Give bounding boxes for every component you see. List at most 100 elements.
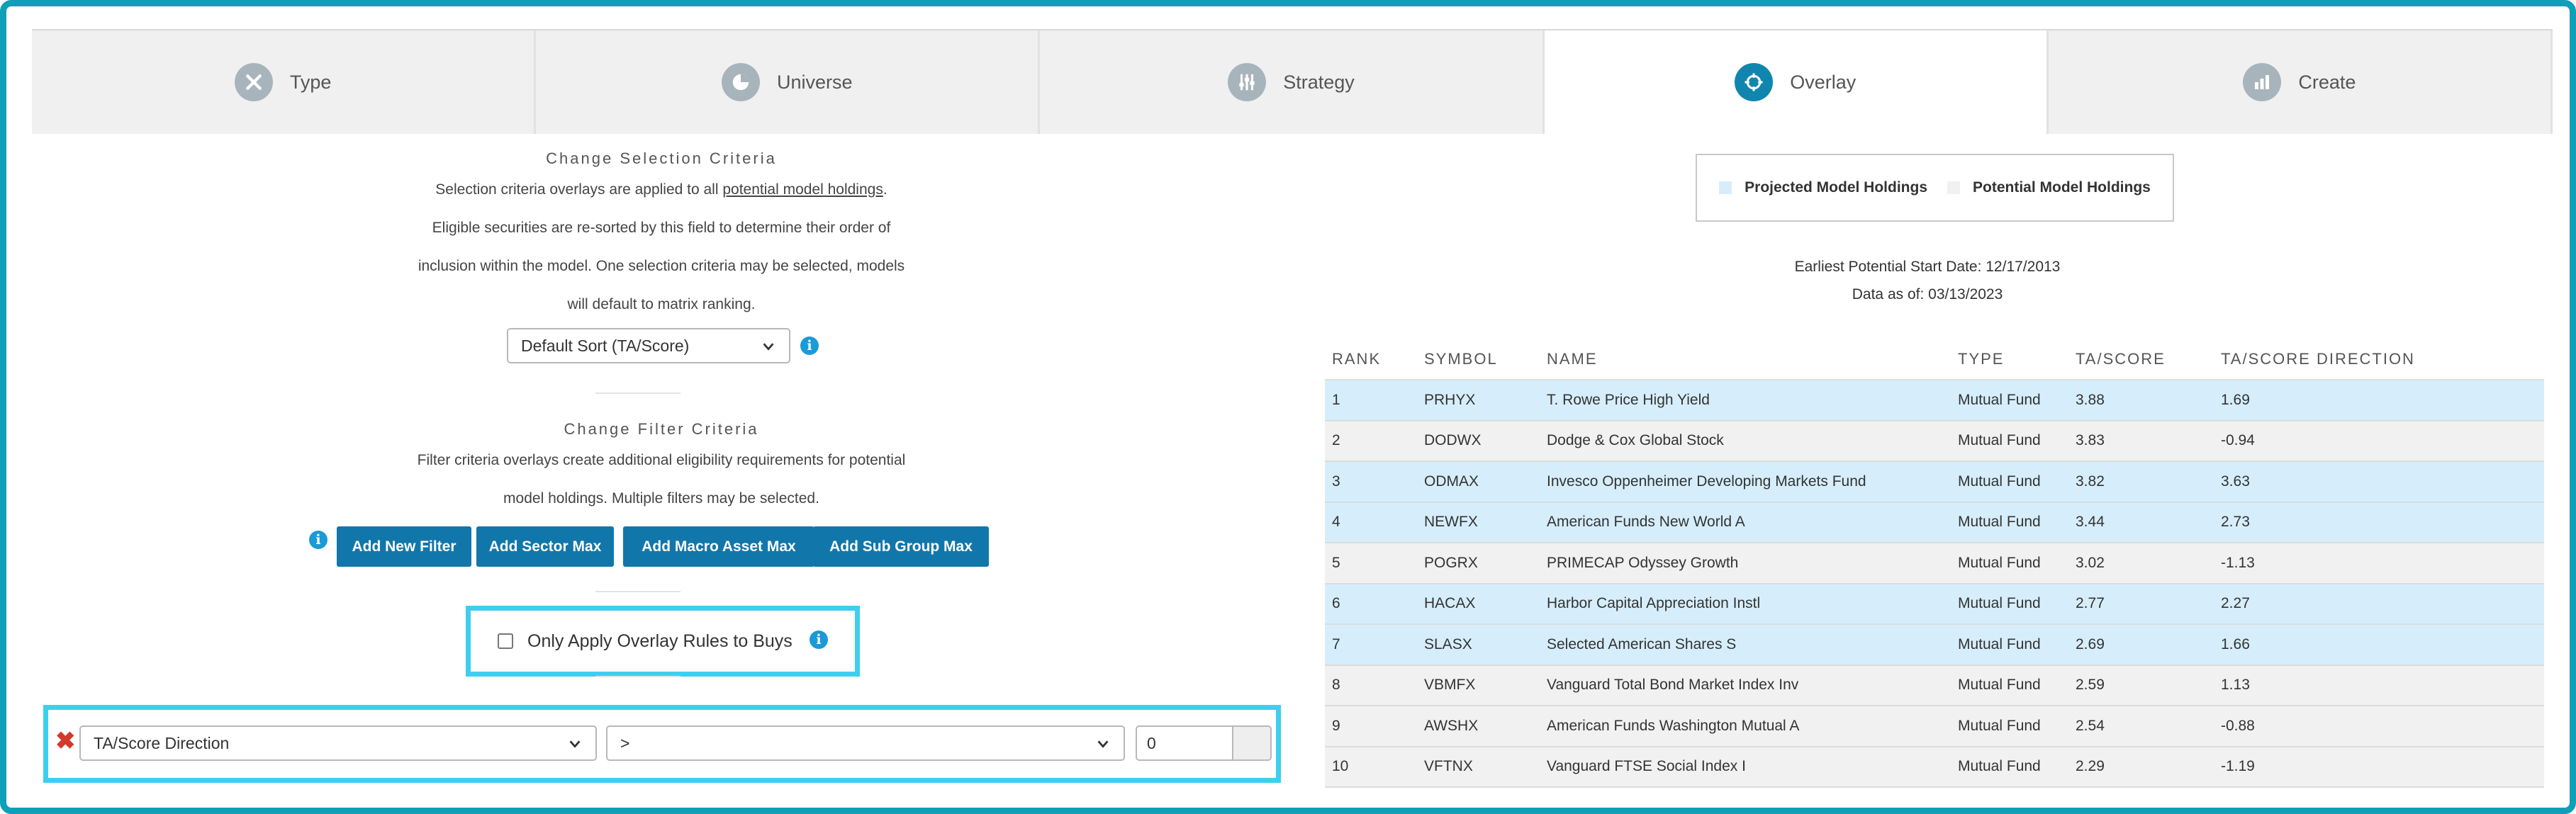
legend-label: Potential Model Holdings	[1973, 179, 2151, 196]
header-ta-score-direction[interactable]: TA/SCORE DIRECTION	[2221, 350, 2544, 368]
pie-chart-icon	[722, 63, 761, 101]
cell-ta-score: 2.29	[2076, 758, 2105, 775]
table-body: 1 PRHYX T. Rowe Price High Yield Mutual Fun…	[1325, 380, 2544, 788]
cell-symbol: DODWX	[1424, 432, 1482, 449]
selection-criteria-title: Change Selection Criteria	[546, 149, 777, 167]
cell-ta-score: 2.77	[2076, 595, 2105, 612]
cell-symbol: PRHYX	[1424, 391, 1476, 408]
add-macro-asset-max-button[interactable]: Add Macro Asset Max	[623, 526, 814, 567]
selection-info-icon[interactable]: i	[800, 337, 819, 355]
legend-item-projected: Projected Model Holdings	[1719, 179, 1927, 196]
cell-symbol: VBMFX	[1424, 677, 1476, 694]
cell-ta-score-direction: -1.19	[2221, 758, 2255, 775]
cell-rank: 2	[1332, 432, 1340, 449]
add-new-filter-button[interactable]: Add New Filter	[337, 526, 471, 567]
header-rank[interactable]: RANK	[1325, 350, 1424, 368]
tab-create[interactable]: Create	[2048, 30, 2553, 134]
selection-description-line1: Selection criteria overlays are applied …	[32, 171, 1291, 209]
potential-holdings-link[interactable]: potential model holdings	[722, 181, 883, 198]
table-row[interactable]: 2 DODWX Dodge & Cox Global Stock Mutual Fun…	[1325, 421, 2544, 462]
cell-name: PRIMECAP Odyssey Growth	[1547, 554, 1739, 571]
cell-rank: 1	[1332, 391, 1340, 408]
header-type[interactable]: TYPE	[1958, 350, 2076, 368]
table-row[interactable]: 5 POGRX PRIMECAP Odyssey Growth Mutual Fund…	[1325, 543, 2544, 584]
cell-name: Vanguard Total Bond Market Index Inv	[1547, 677, 1799, 694]
cell-ta-score: 3.02	[2076, 554, 2105, 571]
tab-strategy[interactable]: Strategy	[1040, 30, 1545, 134]
cell-rank: 5	[1332, 554, 1340, 571]
cell-ta-score-direction: -1.13	[2221, 554, 2255, 571]
cell-ta-score-direction: 1.13	[2221, 677, 2250, 694]
tab-universe[interactable]: Universe	[536, 30, 1041, 134]
filter-field-value: TA/Score Direction	[94, 733, 230, 752]
table-row[interactable]: 7 SLASX Selected American Shares S Mutual F…	[1325, 625, 2544, 666]
filter-value-addon	[1233, 725, 1272, 761]
filter-info-icon[interactable]: i	[309, 531, 327, 549]
chevron-down-icon	[763, 343, 774, 351]
cell-ta-score: 3.82	[2076, 473, 2105, 490]
table-row[interactable]: 4 NEWFX American Funds New World A Mutual F…	[1325, 502, 2544, 543]
filter-field-dropdown[interactable]: TA/Score Direction	[79, 725, 597, 761]
table-row[interactable]: 3 ODMAX Invesco Oppenheimer Developing Mar…	[1325, 462, 2544, 503]
add-sub-group-max-button[interactable]: Add Sub Group Max	[813, 526, 989, 567]
cell-name: Selected American Shares S	[1547, 635, 1737, 652]
only-apply-buys-checkbox[interactable]	[498, 633, 513, 649]
overlay-settings-panel: Change Selection Criteria Selection crit…	[32, 134, 1291, 793]
header-name[interactable]: NAME	[1547, 350, 1958, 368]
cell-ta-score: 2.69	[2076, 635, 2105, 652]
cell-name: Dodge & Cox Global Stock	[1547, 432, 1724, 449]
cell-ta-score-direction: 3.63	[2221, 473, 2250, 490]
holdings-table: RANK SYMBOL NAME TYPE TA/SCORE TA/SCORE …	[1325, 339, 2544, 788]
tab-label: Type	[289, 71, 332, 93]
tab-label: Create	[2298, 71, 2356, 93]
cell-type: Mutual Fund	[1958, 473, 2041, 490]
cell-name: Vanguard FTSE Social Index I	[1547, 758, 1746, 775]
cell-name: American Funds New World A	[1547, 514, 1745, 531]
cell-rank: 3	[1332, 473, 1340, 490]
tab-overlay[interactable]: Overlay	[1544, 30, 2049, 134]
tab-label: Strategy	[1283, 71, 1355, 93]
selection-criteria-dropdown[interactable]: Default Sort (TA/Score)	[507, 328, 790, 363]
header-symbol[interactable]: SYMBOL	[1424, 350, 1547, 368]
cell-symbol: ODMAX	[1424, 473, 1479, 490]
cell-ta-score-direction: 1.66	[2221, 635, 2250, 652]
remove-filter-icon[interactable]: ✖	[55, 727, 76, 755]
cell-type: Mutual Fund	[1958, 514, 2041, 531]
cell-symbol: POGRX	[1424, 554, 1478, 571]
filter-description-line2: model holdings. Multiple filters may be …	[503, 490, 819, 507]
filter-operator-value: >	[620, 733, 630, 752]
cell-type: Mutual Fund	[1958, 595, 2041, 612]
filter-description-line1: Filter criteria overlays create addition…	[417, 452, 906, 468]
table-row[interactable]: 8 VBMFX Vanguard Total Bond Market Index I…	[1325, 665, 2544, 706]
data-as-of-date: Data as of: 03/13/2023	[1852, 286, 2003, 303]
cell-symbol: NEWFX	[1424, 514, 1478, 531]
overlay-info-icon[interactable]: i	[810, 631, 828, 649]
table-row[interactable]: 9 AWSHX American Funds Washington Mutual A…	[1325, 706, 2544, 747]
cell-ta-score-direction: -0.94	[2221, 432, 2255, 449]
filter-row-highlight: ✖ TA/Score Direction > 0	[43, 705, 1281, 783]
tab-label: Universe	[777, 71, 853, 93]
table-header: RANK SYMBOL NAME TYPE TA/SCORE TA/SCORE …	[1325, 339, 2544, 380]
filter-value-input[interactable]: 0	[1136, 725, 1233, 761]
cell-ta-score: 2.59	[2076, 677, 2105, 694]
header-ta-score[interactable]: TA/SCORE	[2076, 350, 2221, 368]
add-sector-max-button[interactable]: Add Sector Max	[476, 526, 614, 567]
cell-ta-score-direction: 1.69	[2221, 391, 2250, 408]
filter-operator-dropdown[interactable]: >	[606, 725, 1125, 761]
cell-name: Harbor Capital Appreciation Instl	[1547, 595, 1761, 612]
dropdown-value: Default Sort (TA/Score)	[521, 336, 690, 355]
selection-description-line3: inclusion within the model. One selectio…	[418, 258, 905, 274]
holdings-legend: Projected Model Holdings Potential Model…	[1696, 154, 2174, 222]
tab-label: Overlay	[1790, 71, 1857, 93]
table-row[interactable]: 10 VFTNX Vanguard FTSE Social Index I Mutua…	[1325, 747, 2544, 788]
cell-rank: 9	[1332, 717, 1340, 734]
table-row[interactable]: 1 PRHYX T. Rowe Price High Yield Mutual Fun…	[1325, 380, 2544, 422]
tab-type[interactable]: Type	[32, 30, 537, 134]
sliders-icon	[1228, 63, 1267, 101]
cell-rank: 10	[1332, 758, 1349, 775]
table-row[interactable]: 6 HACAX Harbor Capital Appreciation Instl M…	[1325, 584, 2544, 625]
projected-swatch	[1719, 181, 1732, 194]
cell-ta-score-direction: -0.88	[2221, 717, 2255, 734]
legend-label: Projected Model Holdings	[1745, 179, 1927, 196]
bar-chart-icon	[2243, 63, 2282, 101]
